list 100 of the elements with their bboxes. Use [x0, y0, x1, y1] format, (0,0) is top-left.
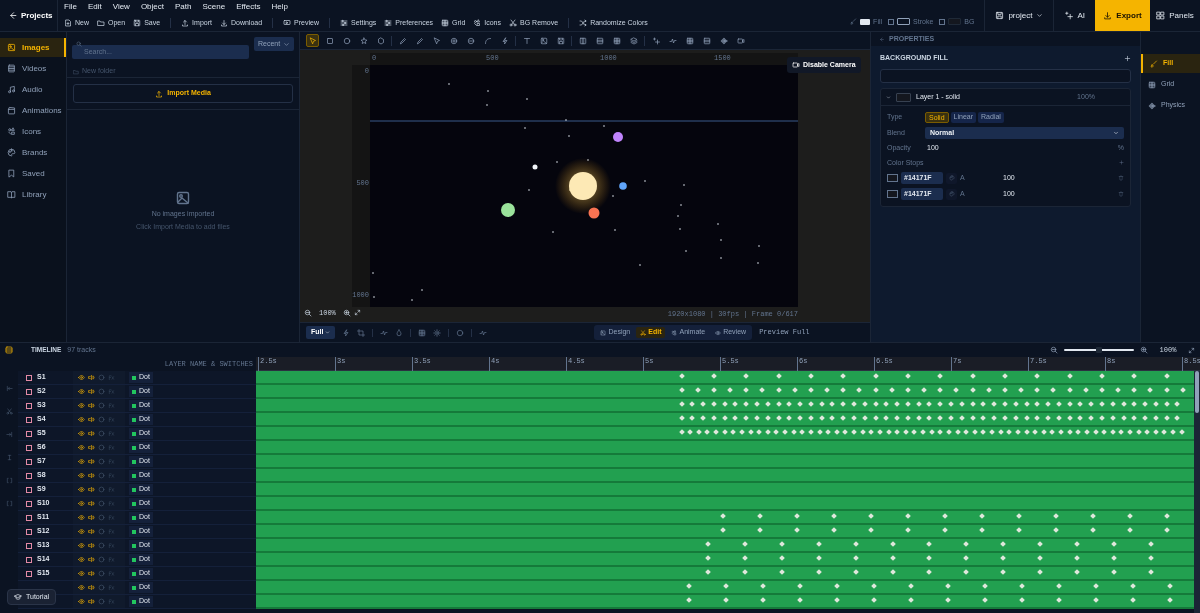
eye-icon[interactable]: [78, 500, 85, 507]
fx-icon[interactable]: [108, 598, 115, 605]
drop-icon[interactable]: [395, 328, 404, 337]
track-checkbox[interactable]: [26, 542, 32, 549]
zoom-out-icon[interactable]: [304, 308, 312, 317]
project-dropdown[interactable]: project: [984, 0, 1054, 31]
fx-icon[interactable]: [108, 374, 115, 381]
trash-icon[interactable]: [1118, 191, 1124, 197]
fill-input-field[interactable]: [880, 69, 1131, 83]
stop-swatch[interactable]: [887, 174, 898, 182]
wave-icon[interactable]: [380, 328, 389, 337]
track-checkbox[interactable]: [26, 570, 32, 577]
jump-start-icon[interactable]: [5, 385, 13, 392]
eye-icon[interactable]: [78, 402, 85, 409]
category-tab[interactable]: Brands: [0, 143, 66, 162]
solo-circle-icon[interactable]: [98, 388, 105, 395]
category-tab[interactable]: Saved: [0, 164, 66, 183]
fx-icon[interactable]: [108, 556, 115, 563]
circle-icon[interactable]: [456, 328, 465, 337]
eye-icon[interactable]: [78, 430, 85, 437]
solo-circle-icon[interactable]: [98, 542, 105, 549]
speaker-icon[interactable]: [88, 416, 95, 423]
eye-icon[interactable]: [78, 570, 85, 577]
solo-circle-icon[interactable]: [98, 584, 105, 591]
solo-circle-icon[interactable]: [98, 486, 105, 493]
menu-item[interactable]: Help: [271, 1, 288, 14]
fx-icon[interactable]: [108, 542, 115, 549]
solo-circle-icon[interactable]: [98, 528, 105, 535]
eye-icon[interactable]: [78, 556, 85, 563]
fx-icon[interactable]: [108, 514, 115, 521]
speaker-icon[interactable]: [88, 514, 95, 521]
speaker-icon[interactable]: [88, 542, 95, 549]
fx-icon[interactable]: [108, 388, 115, 395]
jump-end-icon[interactable]: [5, 431, 13, 438]
fx-icon[interactable]: [108, 584, 115, 591]
track-checkbox[interactable]: [26, 500, 32, 507]
speaker-icon[interactable]: [88, 486, 95, 493]
fx-icon[interactable]: [108, 486, 115, 493]
track-checkbox[interactable]: [26, 472, 32, 479]
brackets-icon[interactable]: [5, 477, 13, 484]
menu-item[interactable]: Path: [175, 1, 192, 14]
stroke-checkbox[interactable]: [888, 18, 895, 25]
speaker-icon[interactable]: [88, 500, 95, 507]
bolt-icon[interactable]: [342, 328, 351, 337]
speaker-icon[interactable]: [88, 528, 95, 535]
brackets-icon[interactable]: [5, 500, 13, 507]
wave-icon[interactable]: [479, 328, 488, 337]
category-tab[interactable]: Icons: [0, 122, 66, 141]
solo-circle-icon[interactable]: [98, 430, 105, 437]
eye-icon[interactable]: [78, 486, 85, 493]
expand-icon[interactable]: [353, 309, 361, 317]
stroke-swatch[interactable]: [897, 18, 911, 26]
menu-item[interactable]: Effects: [236, 1, 261, 14]
sun-icon[interactable]: [433, 328, 442, 337]
grid-icon[interactable]: [418, 328, 427, 337]
eye-icon[interactable]: [78, 542, 85, 549]
track-checkbox[interactable]: [26, 486, 32, 493]
speaker-icon[interactable]: [88, 458, 95, 465]
speaker-icon[interactable]: [88, 584, 95, 591]
bg-checkbox[interactable]: [939, 18, 946, 25]
speaker-icon[interactable]: [88, 556, 95, 563]
menu-item[interactable]: Object: [140, 1, 164, 14]
speaker-icon[interactable]: [88, 388, 95, 395]
speaker-icon[interactable]: [88, 598, 95, 605]
zoom-in-icon[interactable]: [342, 308, 351, 317]
speaker-icon[interactable]: [88, 430, 95, 437]
expand-icon[interactable]: [1188, 346, 1195, 354]
eye-icon[interactable]: [78, 388, 85, 395]
fx-icon[interactable]: [108, 444, 115, 451]
track-checkbox[interactable]: [26, 416, 32, 423]
eye-icon[interactable]: [78, 514, 85, 521]
zoom-in-icon[interactable]: [1140, 346, 1148, 354]
speaker-icon[interactable]: [88, 374, 95, 381]
speaker-icon[interactable]: [88, 402, 95, 409]
tool-button[interactable]: [306, 34, 319, 47]
solo-circle-icon[interactable]: [98, 598, 105, 605]
solo-circle-icon[interactable]: [98, 570, 105, 577]
chevron-down-icon[interactable]: [886, 94, 891, 100]
solo-circle-icon[interactable]: [98, 556, 105, 563]
trash-icon[interactable]: [1118, 175, 1124, 181]
layer-swatch[interactable]: [896, 92, 911, 102]
eye-icon[interactable]: [78, 416, 85, 423]
track-checkbox[interactable]: [26, 388, 32, 395]
eye-icon[interactable]: [78, 472, 85, 479]
fx-icon[interactable]: [108, 416, 115, 423]
fx-icon[interactable]: [108, 402, 115, 409]
solo-circle-icon[interactable]: [98, 458, 105, 465]
scissors-icon[interactable]: [5, 408, 13, 415]
eyedropper-icon[interactable]: [948, 175, 955, 181]
bg-swatch[interactable]: [948, 18, 962, 26]
panels-button[interactable]: Panels: [1150, 0, 1200, 31]
track-checkbox[interactable]: [26, 402, 32, 409]
solo-circle-icon[interactable]: [98, 472, 105, 479]
track-checkbox[interactable]: [26, 556, 32, 563]
eye-icon[interactable]: [78, 374, 85, 381]
eye-icon[interactable]: [78, 598, 85, 605]
category-tab[interactable]: Images: [0, 38, 66, 57]
category-tab[interactable]: Audio: [0, 80, 66, 99]
menu-item[interactable]: Edit: [87, 1, 102, 14]
fx-icon[interactable]: [108, 528, 115, 535]
